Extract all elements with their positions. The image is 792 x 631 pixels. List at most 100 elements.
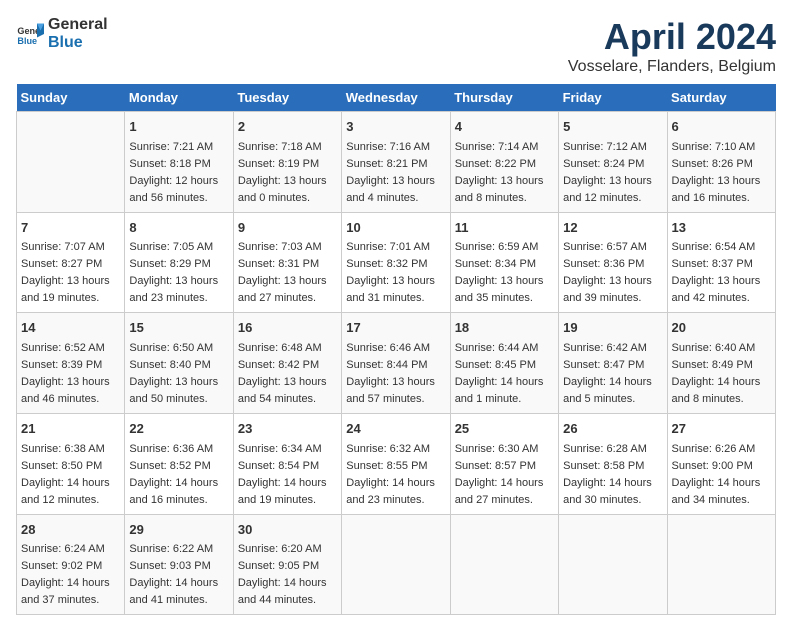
calendar-cell: 10Sunrise: 7:01 AM Sunset: 8:32 PM Dayli… [342,212,450,313]
calendar-cell: 25Sunrise: 6:30 AM Sunset: 8:57 PM Dayli… [450,414,558,515]
day-number: 23 [238,419,337,439]
day-number: 14 [21,318,120,338]
header-saturday: Saturday [667,84,775,112]
day-content: Sunrise: 6:38 AM Sunset: 8:50 PM Dayligh… [21,441,120,509]
day-content: Sunrise: 6:34 AM Sunset: 8:54 PM Dayligh… [238,441,337,509]
calendar-table: SundayMondayTuesdayWednesdayThursdayFrid… [16,84,776,615]
day-number: 6 [672,117,771,137]
logo-general: General [48,16,108,34]
day-number: 3 [346,117,445,137]
day-number: 26 [563,419,662,439]
calendar-week-3: 14Sunrise: 6:52 AM Sunset: 8:39 PM Dayli… [17,313,776,414]
calendar-cell: 14Sunrise: 6:52 AM Sunset: 8:39 PM Dayli… [17,313,125,414]
day-number: 15 [129,318,228,338]
calendar-cell: 29Sunrise: 6:22 AM Sunset: 9:03 PM Dayli… [125,514,233,615]
day-content: Sunrise: 6:28 AM Sunset: 8:58 PM Dayligh… [563,441,662,509]
day-number: 11 [455,218,554,238]
calendar-cell: 26Sunrise: 6:28 AM Sunset: 8:58 PM Dayli… [559,414,667,515]
day-content: Sunrise: 7:05 AM Sunset: 8:29 PM Dayligh… [129,239,228,307]
header-tuesday: Tuesday [233,84,341,112]
day-content: Sunrise: 6:44 AM Sunset: 8:45 PM Dayligh… [455,340,554,408]
day-content: Sunrise: 7:12 AM Sunset: 8:24 PM Dayligh… [563,139,662,207]
calendar-cell: 8Sunrise: 7:05 AM Sunset: 8:29 PM Daylig… [125,212,233,313]
calendar-week-5: 28Sunrise: 6:24 AM Sunset: 9:02 PM Dayli… [17,514,776,615]
day-content: Sunrise: 6:54 AM Sunset: 8:37 PM Dayligh… [672,239,771,307]
day-number: 1 [129,117,228,137]
day-number: 5 [563,117,662,137]
day-number: 9 [238,218,337,238]
calendar-cell: 24Sunrise: 6:32 AM Sunset: 8:55 PM Dayli… [342,414,450,515]
day-content: Sunrise: 6:26 AM Sunset: 9:00 PM Dayligh… [672,441,771,509]
svg-text:Blue: Blue [17,35,37,45]
day-number: 27 [672,419,771,439]
day-number: 2 [238,117,337,137]
calendar-cell: 23Sunrise: 6:34 AM Sunset: 8:54 PM Dayli… [233,414,341,515]
calendar-cell [667,514,775,615]
calendar-cell: 16Sunrise: 6:48 AM Sunset: 8:42 PM Dayli… [233,313,341,414]
calendar-week-2: 7Sunrise: 7:07 AM Sunset: 8:27 PM Daylig… [17,212,776,313]
day-number: 17 [346,318,445,338]
day-content: Sunrise: 6:46 AM Sunset: 8:44 PM Dayligh… [346,340,445,408]
calendar-week-1: 1Sunrise: 7:21 AM Sunset: 8:18 PM Daylig… [17,112,776,213]
day-number: 16 [238,318,337,338]
day-number: 13 [672,218,771,238]
day-number: 22 [129,419,228,439]
day-content: Sunrise: 6:52 AM Sunset: 8:39 PM Dayligh… [21,340,120,408]
day-number: 28 [21,520,120,540]
calendar-header-row: SundayMondayTuesdayWednesdayThursdayFrid… [17,84,776,112]
day-number: 25 [455,419,554,439]
day-content: Sunrise: 6:20 AM Sunset: 9:05 PM Dayligh… [238,541,337,609]
calendar-cell: 1Sunrise: 7:21 AM Sunset: 8:18 PM Daylig… [125,112,233,213]
calendar-cell: 22Sunrise: 6:36 AM Sunset: 8:52 PM Dayli… [125,414,233,515]
calendar-cell: 9Sunrise: 7:03 AM Sunset: 8:31 PM Daylig… [233,212,341,313]
calendar-cell: 5Sunrise: 7:12 AM Sunset: 8:24 PM Daylig… [559,112,667,213]
day-content: Sunrise: 7:18 AM Sunset: 8:19 PM Dayligh… [238,139,337,207]
title-area: April 2024 Vosselare, Flanders, Belgium [568,16,776,76]
day-number: 24 [346,419,445,439]
day-content: Sunrise: 6:42 AM Sunset: 8:47 PM Dayligh… [563,340,662,408]
day-number: 21 [21,419,120,439]
day-content: Sunrise: 7:21 AM Sunset: 8:18 PM Dayligh… [129,139,228,207]
calendar-cell [17,112,125,213]
logo-icon: General Blue [16,20,44,48]
day-content: Sunrise: 7:14 AM Sunset: 8:22 PM Dayligh… [455,139,554,207]
calendar-cell: 12Sunrise: 6:57 AM Sunset: 8:36 PM Dayli… [559,212,667,313]
header-sunday: Sunday [17,84,125,112]
logo-blue: Blue [48,34,108,52]
calendar-cell: 15Sunrise: 6:50 AM Sunset: 8:40 PM Dayli… [125,313,233,414]
calendar-cell [450,514,558,615]
calendar-cell: 2Sunrise: 7:18 AM Sunset: 8:19 PM Daylig… [233,112,341,213]
calendar-cell: 3Sunrise: 7:16 AM Sunset: 8:21 PM Daylig… [342,112,450,213]
calendar-cell: 4Sunrise: 7:14 AM Sunset: 8:22 PM Daylig… [450,112,558,213]
day-number: 30 [238,520,337,540]
day-content: Sunrise: 6:36 AM Sunset: 8:52 PM Dayligh… [129,441,228,509]
calendar-cell: 20Sunrise: 6:40 AM Sunset: 8:49 PM Dayli… [667,313,775,414]
calendar-cell: 30Sunrise: 6:20 AM Sunset: 9:05 PM Dayli… [233,514,341,615]
day-number: 29 [129,520,228,540]
day-content: Sunrise: 6:59 AM Sunset: 8:34 PM Dayligh… [455,239,554,307]
calendar-cell: 7Sunrise: 7:07 AM Sunset: 8:27 PM Daylig… [17,212,125,313]
calendar-cell: 19Sunrise: 6:42 AM Sunset: 8:47 PM Dayli… [559,313,667,414]
day-content: Sunrise: 6:22 AM Sunset: 9:03 PM Dayligh… [129,541,228,609]
calendar-cell: 11Sunrise: 6:59 AM Sunset: 8:34 PM Dayli… [450,212,558,313]
day-content: Sunrise: 7:10 AM Sunset: 8:26 PM Dayligh… [672,139,771,207]
header-wednesday: Wednesday [342,84,450,112]
main-title: April 2024 [568,16,776,58]
day-content: Sunrise: 6:30 AM Sunset: 8:57 PM Dayligh… [455,441,554,509]
day-number: 18 [455,318,554,338]
calendar-cell: 17Sunrise: 6:46 AM Sunset: 8:44 PM Dayli… [342,313,450,414]
calendar-cell: 28Sunrise: 6:24 AM Sunset: 9:02 PM Dayli… [17,514,125,615]
header-monday: Monday [125,84,233,112]
calendar-cell: 27Sunrise: 6:26 AM Sunset: 9:00 PM Dayli… [667,414,775,515]
day-content: Sunrise: 7:16 AM Sunset: 8:21 PM Dayligh… [346,139,445,207]
day-content: Sunrise: 7:01 AM Sunset: 8:32 PM Dayligh… [346,239,445,307]
calendar-cell: 13Sunrise: 6:54 AM Sunset: 8:37 PM Dayli… [667,212,775,313]
day-content: Sunrise: 6:24 AM Sunset: 9:02 PM Dayligh… [21,541,120,609]
calendar-cell [559,514,667,615]
day-content: Sunrise: 6:48 AM Sunset: 8:42 PM Dayligh… [238,340,337,408]
calendar-cell: 18Sunrise: 6:44 AM Sunset: 8:45 PM Dayli… [450,313,558,414]
day-number: 4 [455,117,554,137]
calendar-cell: 6Sunrise: 7:10 AM Sunset: 8:26 PM Daylig… [667,112,775,213]
day-number: 20 [672,318,771,338]
calendar-cell [342,514,450,615]
